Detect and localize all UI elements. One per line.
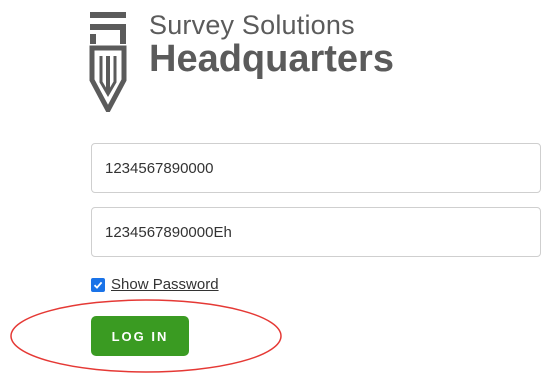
login-input[interactable] [91,143,541,193]
checkmark-icon [93,281,103,289]
show-password-toggle[interactable]: Show Password [91,276,219,293]
password-input[interactable] [91,207,541,257]
show-password-label: Show Password [111,276,219,293]
login-button[interactable]: LOG IN [91,316,189,356]
brand-title-line2: Headquarters [149,38,394,80]
show-password-checkbox[interactable] [91,277,105,292]
login-page: Survey Solutions Headquarters Show Passw… [0,0,557,379]
survey-solutions-logo-icon [89,12,127,112]
brand-title-line1: Survey Solutions [149,10,355,40]
